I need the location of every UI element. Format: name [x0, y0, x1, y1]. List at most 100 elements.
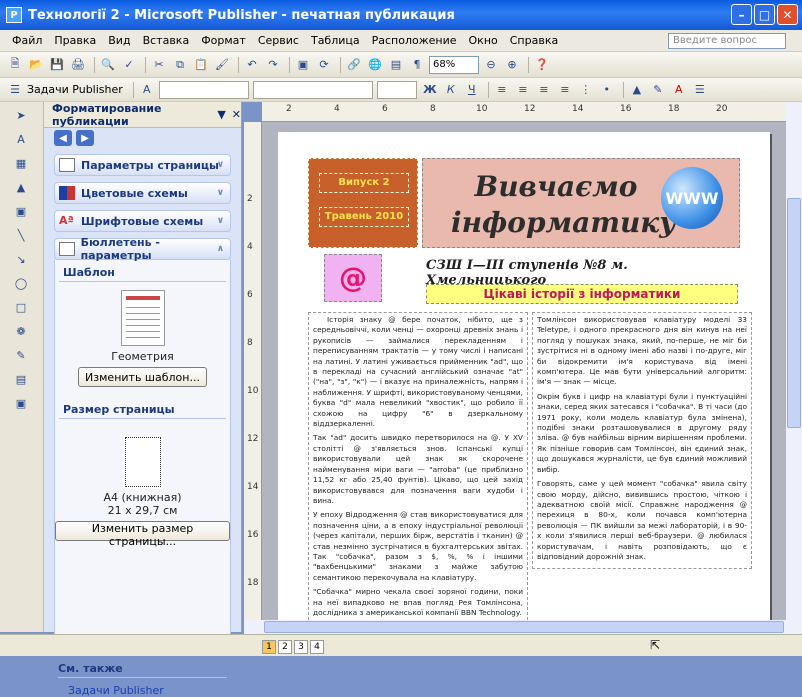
horizontal-ruler[interactable]: 2 4 6 8 10 12 14 16 18 20 — [262, 102, 786, 122]
style-icon[interactable]: A — [138, 81, 156, 99]
format-painter-icon[interactable]: 🖌 — [213, 56, 231, 74]
rotate-icon[interactable]: ⟳ — [315, 56, 333, 74]
section-color-schemes[interactable]: Цветовые схемы ∨ — [54, 182, 231, 204]
table-tool-icon[interactable]: ▦ — [12, 154, 30, 172]
style-combo[interactable] — [158, 80, 249, 99]
columns-icon[interactable]: ▤ — [387, 56, 405, 74]
publisher-tasks-link[interactable]: Задачи Publisher — [68, 684, 241, 697]
www-globe-image[interactable]: WWW — [661, 167, 723, 229]
vertical-scrollbar[interactable] — [786, 102, 802, 620]
issue-label[interactable]: Випуск 2 — [319, 173, 409, 193]
paste-icon[interactable]: 📋 — [192, 56, 210, 74]
zoom-select[interactable]: 68% — [429, 55, 479, 74]
align-center-icon[interactable]: ≡ — [514, 81, 532, 99]
minimize-button[interactable]: – — [731, 4, 752, 25]
bullets-icon[interactable]: • — [598, 81, 616, 99]
cut-icon[interactable]: ✂ — [150, 56, 168, 74]
paragraph-icon[interactable]: ¶ — [408, 56, 426, 74]
template-thumbnail[interactable] — [120, 290, 165, 346]
masthead-box[interactable]: Вивчаємо інформатику WWW — [422, 158, 740, 248]
section-font-schemes[interactable]: Aª Шрифтовые схемы ∨ — [54, 210, 231, 232]
maximize-button[interactable]: □ — [754, 4, 775, 25]
menu-table[interactable]: Таблица — [311, 34, 360, 47]
menu-view[interactable]: Вид — [108, 34, 130, 47]
menu-file[interactable]: Файл — [12, 34, 42, 47]
menu-insert[interactable]: Вставка — [143, 34, 190, 47]
font-combo[interactable] — [252, 80, 373, 99]
date-label[interactable]: Травень 2010 — [319, 207, 409, 227]
section-heading[interactable]: Цікаві історії з інформатики — [426, 284, 738, 304]
back-icon[interactable]: ◀ — [54, 130, 72, 146]
align-right-icon[interactable]: ≡ — [535, 81, 553, 99]
italic-icon[interactable]: К — [442, 81, 460, 99]
menu-tools[interactable]: Сервис — [258, 34, 299, 47]
new-icon[interactable]: 🗎 — [6, 56, 24, 74]
redo-icon[interactable]: ↷ — [264, 56, 282, 74]
line-tool-icon[interactable]: ╲ — [12, 226, 30, 244]
copy-icon[interactable]: ⧉ — [171, 56, 189, 74]
line-style-icon[interactable]: ☰ — [691, 81, 709, 99]
close-button[interactable]: ✕ — [777, 4, 798, 25]
change-template-button[interactable]: Изменить шаблон... — [78, 367, 207, 387]
section-page-params[interactable]: Параметры страницы ∨ — [54, 154, 231, 176]
hyperlink-icon[interactable]: 🔗 — [345, 56, 363, 74]
help-icon[interactable]: ❓ — [533, 56, 551, 74]
forward-icon[interactable]: ▶ — [76, 130, 94, 146]
pointer-tool-icon[interactable]: ➤ — [12, 106, 30, 124]
publication-page[interactable]: Випуск 2 Травень 2010 Вивчаємо інформати… — [278, 132, 770, 620]
section-newsletter-options[interactable]: Бюллетень - параметры ∧ — [54, 236, 231, 262]
page-tab-2[interactable]: 2 — [278, 640, 292, 654]
document-workspace[interactable]: Випуск 2 Травень 2010 Вивчаємо інформати… — [262, 122, 786, 620]
change-page-size-button[interactable]: Изменить размер страницы... — [55, 521, 230, 548]
vertical-scroll-thumb[interactable] — [787, 198, 801, 428]
bring-front-icon[interactable]: ▣ — [294, 56, 312, 74]
menu-help[interactable]: Справка — [510, 34, 558, 47]
menu-format[interactable]: Формат — [201, 34, 246, 47]
zoom-out-icon[interactable]: ⊖ — [482, 56, 500, 74]
print-preview-icon[interactable]: 🔍 — [99, 56, 117, 74]
autoshapes-tool-icon[interactable]: ❁ — [12, 322, 30, 340]
spelling-icon[interactable]: ✓ — [120, 56, 138, 74]
line-color-icon[interactable]: ✎ — [649, 81, 667, 99]
align-left-icon[interactable]: ≡ — [493, 81, 511, 99]
horizontal-scroll-thumb[interactable] — [264, 621, 784, 633]
web-icon[interactable]: 🌐 — [366, 56, 384, 74]
justify-icon[interactable]: ≡ — [556, 81, 574, 99]
save-icon[interactable]: 💾 — [48, 56, 66, 74]
numbering-icon[interactable]: ⋮ — [577, 81, 595, 99]
newsletter-title[interactable]: Вивчаємо інформатику — [451, 169, 676, 241]
tasks-icon[interactable]: ☰ — [6, 81, 24, 99]
arrow-tool-icon[interactable]: ↘ — [12, 250, 30, 268]
page-size-thumbnail[interactable] — [122, 435, 163, 489]
font-color-icon[interactable]: A — [670, 81, 688, 99]
menu-arrange[interactable]: Расположение — [372, 34, 457, 47]
horizontal-scrollbar[interactable] — [244, 620, 802, 634]
menu-window[interactable]: Окно — [469, 34, 498, 47]
page-tab-1[interactable]: 1 — [262, 640, 276, 654]
zoom-in-icon[interactable]: ⊕ — [503, 56, 521, 74]
bold-icon[interactable]: Ж — [421, 81, 439, 99]
rectangle-tool-icon[interactable]: □ — [12, 298, 30, 316]
close-icon[interactable]: ✕ — [232, 108, 241, 121]
page-tab-4[interactable]: 4 — [310, 640, 324, 654]
open-icon[interactable]: 📂 — [27, 56, 45, 74]
vertical-ruler[interactable]: 2 4 6 8 10 12 14 16 18 — [244, 122, 262, 620]
tasks-button[interactable]: Задачи Publisher — [27, 83, 123, 96]
fill-color-icon[interactable]: ▲ — [628, 81, 646, 99]
font-size-combo[interactable] — [376, 80, 417, 99]
design-gallery-icon[interactable]: ▤ — [12, 370, 30, 388]
hotspot-tool-icon[interactable]: ✎ — [12, 346, 30, 364]
underline-icon[interactable]: Ч — [463, 81, 481, 99]
text-box-tool-icon[interactable]: A — [12, 130, 30, 148]
wordart-tool-icon[interactable]: ▲ — [12, 178, 30, 196]
at-symbol-image[interactable]: @ — [324, 254, 382, 302]
chevron-down-icon[interactable]: ▼ — [217, 108, 225, 121]
object-tool-icon[interactable]: ▣ — [12, 394, 30, 412]
article-column-left[interactable]: Історія знаку @ бере початок, нібито, ще… — [308, 312, 528, 620]
print-icon[interactable]: 🖨 — [69, 56, 87, 74]
article-column-right[interactable]: Томлінсон використовував клавіатуру моде… — [532, 312, 752, 570]
undo-icon[interactable]: ↶ — [243, 56, 261, 74]
page-tab-3[interactable]: 3 — [294, 640, 308, 654]
picture-tool-icon[interactable]: ▣ — [12, 202, 30, 220]
issue-box[interactable]: Випуск 2 Травень 2010 — [308, 158, 418, 248]
